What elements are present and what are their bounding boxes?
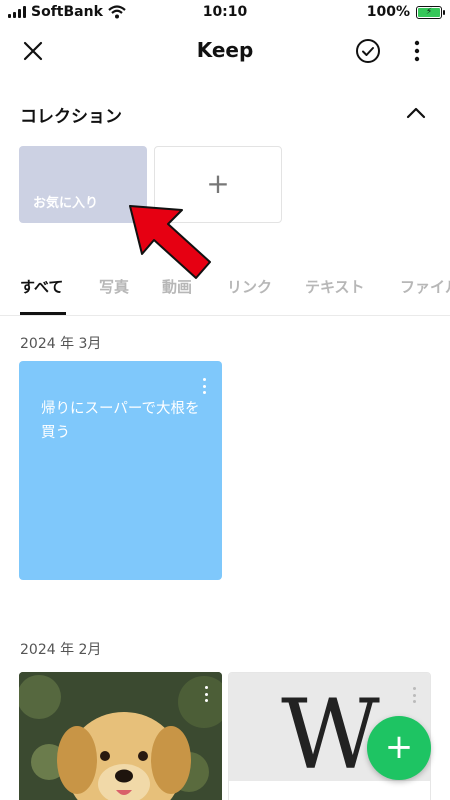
collection-title: コレクション [20,107,122,127]
battery-icon: ⚡ [416,5,445,19]
more-options-icon[interactable] [404,38,430,64]
header: Keep [0,26,450,76]
chevron-up-icon[interactable] [402,100,430,126]
select-check-icon[interactable] [355,38,381,64]
active-tab-indicator [20,312,66,315]
tab-files[interactable]: ファイル [400,276,450,297]
link-info [229,781,430,800]
tab-photos[interactable]: 写真 [99,276,129,297]
section-date: 2024 年 3月 [20,336,102,352]
status-right: 100% ⚡ [366,4,445,20]
add-fab-button[interactable]: + [367,716,431,780]
section-date: 2024 年 2月 [20,642,102,658]
tab-videos[interactable]: 動画 [162,276,192,297]
filter-tabs: すべて 写真 動画 リンク テキスト ファイル [0,266,450,316]
photo-card[interactable] [19,672,222,800]
note-text: 帰りにスーパーで大根を買う [41,401,200,441]
card-menu-icon[interactable] [201,378,207,394]
tab-all[interactable]: すべて [20,276,63,297]
tab-links[interactable]: リンク [227,276,272,297]
plus-icon: + [206,167,230,200]
tab-text[interactable]: テキスト [305,276,365,297]
battery-percent: 100% [366,4,410,20]
card-menu-icon[interactable] [411,687,417,703]
card-menu-icon[interactable] [203,686,209,702]
status-bar: SoftBank 10:10 100% ⚡ [0,0,450,26]
favorites-label: お気に入り [33,196,99,211]
page-title: Keep [196,38,254,62]
puppy-photo [19,672,222,800]
note-card[interactable]: 帰りにスーパーで大根を買う [19,361,222,580]
